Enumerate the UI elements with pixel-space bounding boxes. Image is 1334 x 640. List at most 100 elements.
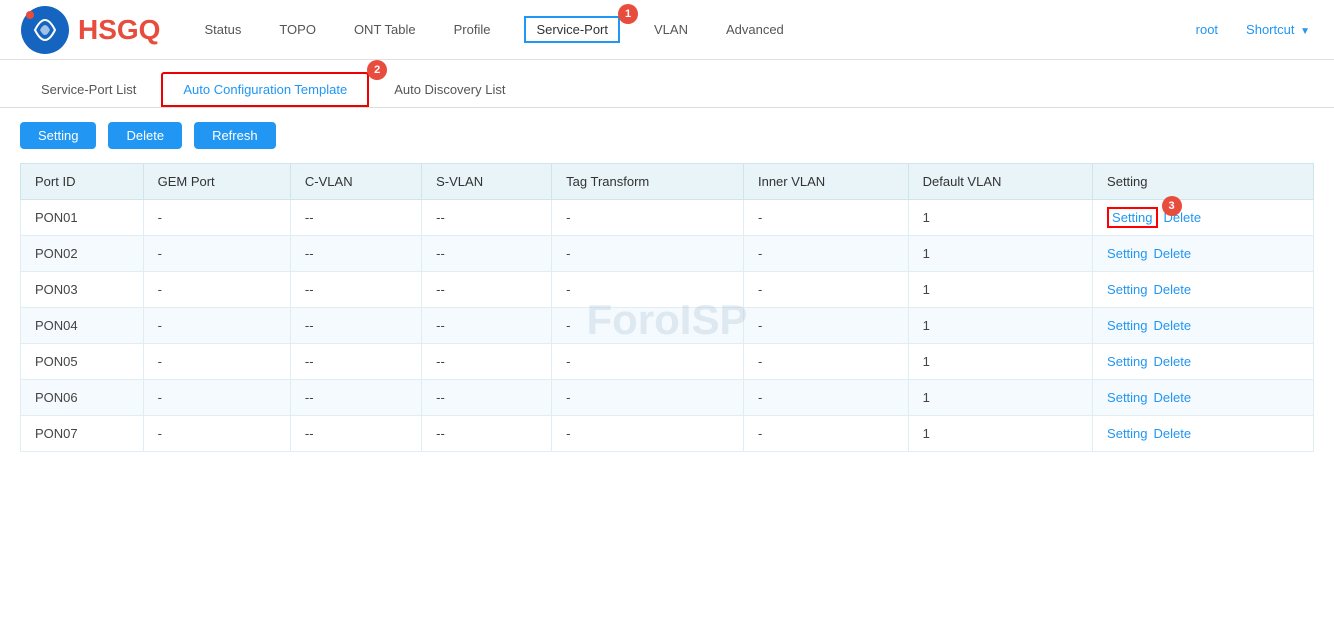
setting-button[interactable]: Setting <box>20 122 96 149</box>
setting-link[interactable]: Setting <box>1107 207 1157 228</box>
cell-gem-port: - <box>143 416 290 452</box>
tab-service-port-list[interactable]: Service-Port List <box>20 73 157 106</box>
delete-link[interactable]: Delete <box>1154 318 1192 333</box>
col-s-vlan: S-VLAN <box>422 164 552 200</box>
nav-topo[interactable]: TOPO <box>275 22 320 37</box>
cell-default-vlan: 1 <box>908 308 1092 344</box>
tab-auto-discovery-list[interactable]: Auto Discovery List <box>373 73 526 106</box>
toolbar: Setting Delete Refresh <box>0 108 1334 163</box>
cell-tag-transform: - <box>552 416 744 452</box>
cell-tag-transform: - <box>552 380 744 416</box>
cell-s-vlan: -- <box>422 272 552 308</box>
main-table: Port ID GEM Port C-VLAN S-VLAN Tag Trans… <box>20 163 1314 452</box>
cell-c-vlan: -- <box>290 236 421 272</box>
nav-vlan[interactable]: VLAN <box>650 22 692 37</box>
table-header-row: Port ID GEM Port C-VLAN S-VLAN Tag Trans… <box>21 164 1314 200</box>
cell-s-vlan: -- <box>422 236 552 272</box>
cell-inner-vlan: - <box>743 272 908 308</box>
cell-gem-port: - <box>143 380 290 416</box>
cell-default-vlan: 1 <box>908 416 1092 452</box>
cell-s-vlan: -- <box>422 380 552 416</box>
nav-right: root Shortcut ▼ <box>1192 22 1314 37</box>
delete-link[interactable]: Delete <box>1154 282 1192 297</box>
nav-profile[interactable]: Profile <box>450 22 495 37</box>
nav-service-port-badge: 1 <box>618 4 638 24</box>
delete-link[interactable]: Delete <box>1154 390 1192 405</box>
cell-default-vlan: 1 <box>908 236 1092 272</box>
cell-actions: Setting Delete <box>1093 308 1314 344</box>
tab-auto-config-template[interactable]: Auto Configuration Template <box>161 72 369 107</box>
cell-gem-port: - <box>143 308 290 344</box>
nav-shortcut[interactable]: Shortcut ▼ <box>1242 22 1314 37</box>
setting-link[interactable]: Setting <box>1107 426 1147 441</box>
col-default-vlan: Default VLAN <box>908 164 1092 200</box>
delete-button[interactable]: Delete <box>108 122 182 149</box>
setting-link[interactable]: Setting <box>1107 390 1147 405</box>
cell-port-id: PON07 <box>21 416 144 452</box>
cell-c-vlan: -- <box>290 344 421 380</box>
cell-default-vlan: 1 <box>908 344 1092 380</box>
table-row: PON01-------1Setting3Delete <box>21 200 1314 236</box>
cell-inner-vlan: - <box>743 344 908 380</box>
setting-link[interactable]: Setting <box>1107 354 1147 369</box>
table-container: Port ID GEM Port C-VLAN S-VLAN Tag Trans… <box>0 163 1334 452</box>
setting-badge-wrap: Setting3 <box>1107 210 1163 225</box>
setting-link[interactable]: Setting <box>1107 246 1147 261</box>
logo-area: HSGQ <box>20 5 160 55</box>
cell-port-id: PON01 <box>21 200 144 236</box>
cell-port-id: PON06 <box>21 380 144 416</box>
header: HSGQ Status TOPO ONT Table Profile Servi… <box>0 0 1334 60</box>
setting-link[interactable]: Setting <box>1107 282 1147 297</box>
col-setting: Setting <box>1093 164 1314 200</box>
cell-s-vlan: -- <box>422 200 552 236</box>
table-row: PON03-------1SettingDelete <box>21 272 1314 308</box>
cell-c-vlan: -- <box>290 200 421 236</box>
tab-auto-config-wrap: Auto Configuration Template 2 <box>161 72 373 107</box>
cell-c-vlan: -- <box>290 272 421 308</box>
table-row: PON06-------1SettingDelete <box>21 380 1314 416</box>
cell-actions: Setting3Delete <box>1093 200 1314 236</box>
refresh-button[interactable]: Refresh <box>194 122 276 149</box>
table-row: PON07-------1SettingDelete <box>21 416 1314 452</box>
nav-status[interactable]: Status <box>200 22 245 37</box>
cell-default-vlan: 1 <box>908 272 1092 308</box>
cell-gem-port: - <box>143 200 290 236</box>
delete-link[interactable]: Delete <box>1154 426 1192 441</box>
cell-port-id: PON02 <box>21 236 144 272</box>
logo-icon <box>20 5 70 55</box>
nav-advanced[interactable]: Advanced <box>722 22 788 37</box>
delete-link[interactable]: Delete <box>1154 354 1192 369</box>
cell-tag-transform: - <box>552 236 744 272</box>
cell-inner-vlan: - <box>743 380 908 416</box>
cell-actions: Setting Delete <box>1093 236 1314 272</box>
cell-gem-port: - <box>143 272 290 308</box>
main-nav: Status TOPO ONT Table Profile Service-Po… <box>200 16 1314 43</box>
nav-ont-table[interactable]: ONT Table <box>350 22 420 37</box>
nav-root[interactable]: root <box>1192 22 1222 37</box>
cell-inner-vlan: - <box>743 416 908 452</box>
cell-port-id: PON03 <box>21 272 144 308</box>
cell-actions: Setting Delete <box>1093 380 1314 416</box>
table-row: PON04-------1SettingDelete <box>21 308 1314 344</box>
cell-inner-vlan: - <box>743 200 908 236</box>
cell-c-vlan: -- <box>290 308 421 344</box>
table-row: PON05-------1SettingDelete <box>21 344 1314 380</box>
cell-actions: Setting Delete <box>1093 272 1314 308</box>
cell-gem-port: - <box>143 344 290 380</box>
cell-default-vlan: 1 <box>908 380 1092 416</box>
cell-s-vlan: -- <box>422 416 552 452</box>
col-gem-port: GEM Port <box>143 164 290 200</box>
cell-actions: Setting Delete <box>1093 416 1314 452</box>
delete-link[interactable]: Delete <box>1154 246 1192 261</box>
setting-row-badge: 3 <box>1162 196 1182 216</box>
setting-link[interactable]: Setting <box>1107 318 1147 333</box>
cell-port-id: PON04 <box>21 308 144 344</box>
table-row: PON02-------1SettingDelete <box>21 236 1314 272</box>
nav-service-port[interactable]: Service-Port <box>524 16 620 43</box>
cell-tag-transform: - <box>552 272 744 308</box>
col-port-id: Port ID <box>21 164 144 200</box>
logo-text: HSGQ <box>78 14 160 46</box>
cell-s-vlan: -- <box>422 308 552 344</box>
cell-default-vlan: 1 <box>908 200 1092 236</box>
cell-gem-port: - <box>143 236 290 272</box>
